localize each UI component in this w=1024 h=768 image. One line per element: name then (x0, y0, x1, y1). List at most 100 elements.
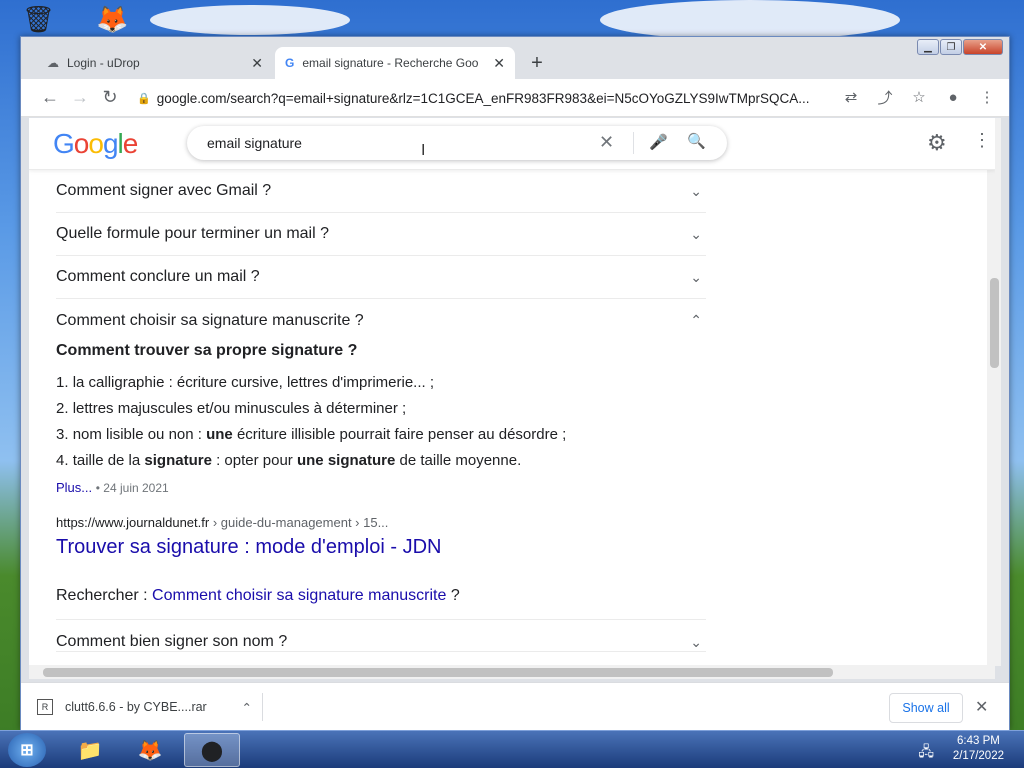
share-icon[interactable]: ⤴ (871, 83, 899, 111)
question-text: Quelle formule pour terminer un mail ? (56, 225, 330, 242)
results-area: Comment signer avec Gmail ? ⌄ Quelle form… (56, 170, 706, 652)
chevron-down-icon: ⌄ (690, 225, 702, 242)
recycle-bin-icon[interactable]: 🗑 (22, 4, 55, 35)
profile-icon[interactable]: ● (939, 83, 967, 111)
firefox-icon[interactable]: 🦊 (122, 733, 178, 767)
chevron-up-icon: ⌃ (690, 312, 702, 328)
close-window-button[interactable]: ✕ (963, 39, 1003, 55)
item-text: : opter pour (211, 452, 297, 469)
network-icon[interactable]: 🖧 (918, 741, 934, 765)
translate-icon[interactable]: ⇄ (837, 83, 865, 111)
result-url[interactable]: https://www.journaldunet.fr › guide-du-m… (56, 515, 706, 530)
maximize-button[interactable]: ❐ (940, 39, 962, 55)
reload-button[interactable]: ↻ (95, 83, 125, 113)
minimize-button[interactable]: ▁ (917, 39, 939, 55)
chevron-up-icon[interactable]: ⌃ (242, 700, 252, 715)
list-item: 4. taille de la signature : opter pour u… (56, 452, 522, 469)
archive-file-icon: R (37, 699, 53, 715)
scroll-thumb[interactable] (990, 278, 999, 368)
google-header: Google email signature ✕ 🎤 🔍 I ⚙ ⋮ (29, 118, 995, 170)
logo-letter: o (88, 128, 104, 159)
menu-icon[interactable]: ⋮ (973, 83, 1001, 111)
bookmark-star-icon[interactable]: ☆ (905, 83, 933, 111)
firefox-desktop-icon[interactable]: 🦊 (96, 4, 128, 35)
tab-google-search[interactable]: G email signature - Recherche Goo ✕ (275, 47, 515, 79)
clock[interactable]: 6:43 PM 2/17/2022 (953, 734, 1004, 764)
paa-question[interactable]: Quelle formule pour terminer un mail ? ⌄ (56, 213, 706, 256)
window-controls: ▁ ❐ ✕ (917, 39, 1003, 55)
close-tab-icon[interactable]: ✕ (493, 55, 505, 72)
question-text: Comment conclure un mail ? (56, 268, 260, 285)
item-text: nom lisible ou non : (72, 426, 207, 443)
url-site: https://www.journaldunet.fr (56, 515, 210, 530)
item-text: la calligraphie : écriture cursive, lett… (72, 374, 435, 391)
chevron-down-icon: ⌄ (690, 634, 702, 650)
logo-letter: e (122, 128, 139, 159)
back-button[interactable]: ← (35, 83, 65, 113)
tab-udrop[interactable]: ☁ Login - uDrop ✕ (37, 47, 273, 79)
horizontal-scrollbar[interactable] (29, 665, 995, 679)
text-cursor-icon: I (421, 142, 426, 159)
list-item: 3. nom lisible ou non : une écriture ill… (56, 426, 567, 443)
item-text: écriture illisible pourrait faire penser… (232, 426, 567, 443)
desktop-cloud (600, 0, 900, 40)
logo-letter: g (102, 128, 119, 159)
answer-title: Comment trouver sa propre signature ? (56, 342, 358, 359)
search-prefix: Rechercher : (56, 587, 153, 604)
cloud-icon: ☁ (47, 56, 59, 70)
clear-icon[interactable]: ✕ (599, 132, 614, 153)
item-text: lettres majuscules et/ou minuscules à dé… (72, 400, 407, 417)
question-text: Comment bien signer son nom ? (56, 633, 288, 650)
microphone-icon[interactable]: 🎤 (649, 133, 668, 151)
result-title-link[interactable]: Trouver sa signature : mode d'emploi - J… (56, 536, 706, 559)
more-link[interactable]: Plus... (56, 480, 92, 495)
chevron-down-icon: ⌄ (690, 268, 702, 285)
more-row: Plus... • 24 juin 2021 (56, 480, 169, 495)
paa-question[interactable]: Comment conclure un mail ? ⌄ (56, 256, 706, 299)
new-tab-button[interactable]: + (525, 51, 549, 75)
close-tab-icon[interactable]: ✕ (251, 55, 263, 72)
url-path: › guide-du-management › 15... (209, 515, 389, 530)
related-search-link[interactable]: Comment choisir sa signature manuscrite (152, 587, 446, 604)
search-suffix: ? (446, 587, 460, 604)
paa-question[interactable]: Comment signer avec Gmail ? ⌄ (56, 170, 706, 213)
search-icon[interactable]: 🔍 (687, 132, 706, 150)
google-logo[interactable]: Google (53, 128, 139, 160)
file-explorer-icon[interactable]: 📁 (62, 733, 118, 767)
paa-question-expanded[interactable]: Comment choisir sa signature manuscrite … (56, 299, 706, 342)
item-bold: une signature (296, 452, 396, 469)
page-content: Google email signature ✕ 🎤 🔍 I ⚙ ⋮ Comme… (29, 118, 995, 666)
answer-list: 1. la calligraphie : écriture cursive, l… (56, 370, 706, 474)
chrome-icon[interactable]: ⬤ (184, 733, 240, 767)
apps-menu-icon[interactable]: ⋮ (973, 130, 991, 151)
answer-date: 24 juin 2021 (103, 481, 169, 495)
forward-button[interactable]: → (65, 83, 95, 113)
download-filename: clutt6.6.6 - by CYBE....rar (65, 700, 207, 714)
start-button[interactable]: ⊞ (8, 733, 46, 767)
question-text: Comment signer avec Gmail ? (56, 182, 272, 199)
search-box[interactable]: email signature ✕ 🎤 🔍 (187, 126, 727, 160)
gear-icon[interactable]: ⚙ (927, 130, 947, 156)
show-all-button[interactable]: Show all (889, 693, 963, 723)
item-text: taille de la (72, 452, 145, 469)
paa-question[interactable]: Comment bien signer son nom ? ⌄ (56, 620, 706, 652)
download-item[interactable]: R clutt6.6.6 - by CYBE....rar ⌃ (37, 693, 263, 721)
search-input[interactable]: email signature (207, 135, 302, 151)
answer-panel: Comment trouver sa propre signature ? 1.… (56, 342, 706, 620)
logo-letter: o (73, 128, 90, 159)
item-bold: une (206, 426, 233, 443)
clock-time: 6:43 PM (957, 735, 1000, 747)
item-text: de taille moyenne. (395, 452, 522, 469)
desktop-cloud (150, 5, 350, 35)
close-icon[interactable]: ✕ (975, 697, 988, 717)
download-bar: R clutt6.6.6 - by CYBE....rar ⌃ Show all… (21, 682, 1009, 730)
vertical-scrollbar[interactable] (987, 118, 1001, 666)
list-item: 2. lettres majuscules et/ou minuscules à… (56, 400, 407, 417)
toolbar-actions: ⇄ ⤴ ☆ ● ⋮ (837, 83, 1001, 111)
url-text: google.com/search?q=email+signature&rlz=… (156, 90, 810, 106)
list-item: 1. la calligraphie : écriture cursive, l… (56, 374, 435, 391)
scroll-thumb[interactable] (43, 668, 833, 677)
address-bar[interactable]: 🔒 google.com/search?q=email+signature&rl… (133, 83, 853, 113)
lock-icon: 🔒 (137, 92, 151, 105)
tab-strip: ☁ Login - uDrop ✕ G email signature - Re… (29, 47, 629, 79)
